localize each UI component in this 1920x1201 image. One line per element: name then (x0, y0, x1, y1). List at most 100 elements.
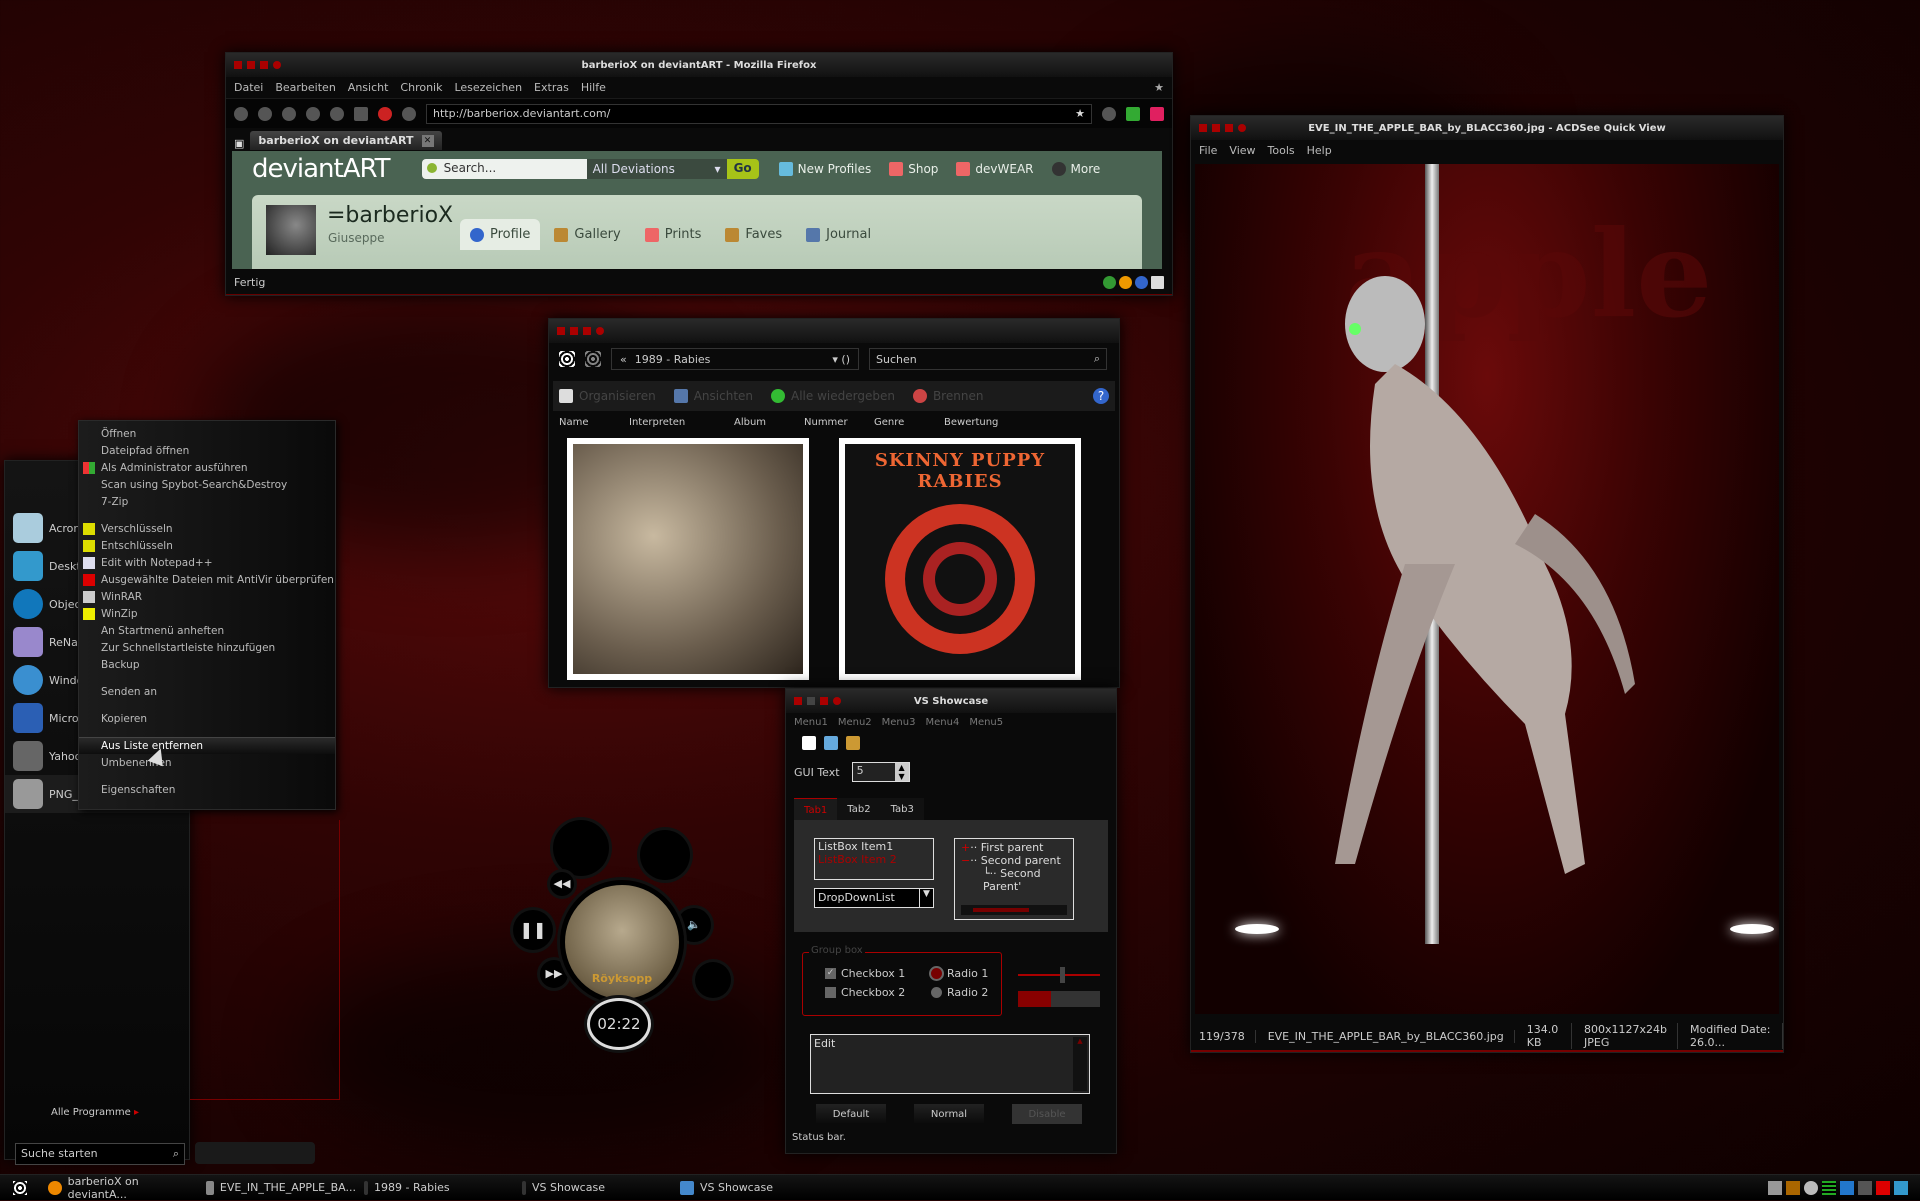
listbox-item[interactable]: ListBox Item1 (818, 840, 930, 853)
nav-more[interactable]: More (1051, 162, 1100, 176)
tab-gallery[interactable]: Gallery (544, 219, 630, 250)
go-button[interactable]: Go (726, 159, 759, 179)
view-grid-icon[interactable] (585, 351, 601, 367)
ctx-winzip[interactable]: WinZip (79, 605, 335, 622)
shade-button[interactable] (1238, 124, 1246, 132)
network-tray-icon[interactable] (1894, 1180, 1908, 1195)
refresh-icon[interactable]: ▾ () (832, 353, 850, 366)
menu-file[interactable]: File (1199, 144, 1217, 157)
maximize-button[interactable] (583, 327, 591, 335)
ctx-copy[interactable]: Kopieren (79, 710, 335, 727)
radio-1[interactable]: Radio 1 (931, 967, 988, 980)
maximize-button[interactable] (820, 697, 828, 705)
all-programs[interactable]: Alle Programme ▸ (51, 1107, 139, 1118)
normal-button[interactable]: Normal (914, 1104, 984, 1124)
bookmark-star-icon[interactable]: ★ (1154, 81, 1164, 94)
chevron-down-icon[interactable]: ▼ (919, 889, 933, 907)
bluetooth-tray-icon[interactable] (1840, 1180, 1854, 1195)
nav-shop[interactable]: Shop (889, 162, 938, 176)
cmd-organize[interactable]: Organisieren (559, 389, 656, 403)
spybot-icon[interactable] (1135, 276, 1148, 289)
da-search-input[interactable]: Search... (421, 159, 587, 179)
new-tab-icon[interactable]: ▣ (234, 137, 244, 150)
menu-datei[interactable]: Datei (234, 81, 263, 94)
ctx-open-path[interactable]: Dateipfad öffnen (79, 442, 335, 459)
ctx-remove-from-list[interactable]: Aus Liste entfernen (79, 737, 335, 754)
pngshot-tray-icon[interactable] (1768, 1180, 1782, 1195)
minimize-button[interactable] (247, 61, 255, 69)
dropdown-list[interactable]: DropDownList ▼ (814, 888, 934, 908)
scroll-thumb[interactable] (973, 908, 1029, 912)
tree-node[interactable]: └·· Second Parent' (961, 867, 1067, 893)
media-tray-icon[interactable] (1786, 1180, 1800, 1195)
col-artist[interactable]: Interpreten (629, 417, 734, 428)
back-icon[interactable] (234, 106, 248, 121)
menu-tools[interactable]: Tools (1268, 144, 1295, 157)
slider[interactable] (1018, 967, 1100, 983)
menu-view[interactable]: View (1229, 144, 1255, 157)
library-icon[interactable] (559, 351, 575, 367)
username[interactable]: =barberioX (327, 203, 453, 228)
textarea-scrollbar[interactable]: ▲ (1073, 1037, 1087, 1091)
tree-node[interactable]: −·· Second parent (961, 854, 1067, 867)
col-rating[interactable]: Bewertung (944, 417, 1014, 428)
window-controls[interactable] (786, 697, 841, 705)
addon-icon[interactable] (1102, 106, 1116, 121)
taskbar-item-media[interactable]: 1989 - Rabies (356, 1180, 514, 1195)
media-search-input[interactable]: Suchen ⌕ (869, 348, 1107, 370)
pause-button[interactable]: ❚❚ (513, 910, 553, 950)
paste-icon[interactable] (846, 736, 860, 750)
cmd-burn[interactable]: Brennen (912, 389, 983, 403)
ctx-winrar[interactable]: WinRAR (79, 588, 335, 605)
album-thumbnail[interactable]: SKINNY PUPPY RABIES (839, 438, 1081, 680)
adblock-icon[interactable] (1103, 276, 1116, 289)
browser-tab[interactable]: barberioX on deviantART ✕ (250, 131, 442, 150)
taskbar-item-vs1[interactable]: VS Showcase (514, 1180, 672, 1195)
alien-tray-icon[interactable] (1804, 1180, 1818, 1195)
shade-button[interactable] (833, 697, 841, 705)
taskbar-item-firefox[interactable]: barberioX on deviantA... (40, 1175, 198, 1201)
tab-2[interactable]: Tab2 (837, 798, 881, 820)
star-icon[interactable]: ★ (1075, 107, 1085, 120)
window-controls[interactable] (1191, 124, 1246, 132)
reload-icon[interactable] (282, 106, 296, 121)
minimize-button[interactable] (807, 697, 815, 705)
menu-chronik[interactable]: Chronik (400, 81, 442, 94)
media-titlebar[interactable] (549, 319, 1119, 343)
home-icon[interactable] (330, 106, 344, 121)
firebug-icon[interactable] (1119, 276, 1132, 289)
default-button[interactable]: Default (816, 1104, 886, 1124)
search-icon[interactable]: ⌕ (1094, 352, 1100, 366)
minimize-button[interactable] (1212, 124, 1220, 132)
breadcrumb-back-icon[interactable]: « (620, 353, 627, 366)
da-scope-select[interactable]: All Deviations ▾ (586, 159, 727, 179)
ctx-antivir[interactable]: Ausgewählte Dateien mit AntiVir überprüf… (79, 571, 335, 588)
acdsee-titlebar[interactable]: EVE_IN_THE_APPLE_BAR_by_BLACC360.jpg - A… (1191, 116, 1783, 140)
close-button[interactable] (557, 327, 565, 335)
ctx-open[interactable]: Öffnen (79, 425, 335, 442)
slider-thumb[interactable] (1060, 967, 1066, 983)
collapse-icon[interactable]: − (961, 854, 970, 867)
start-search-input[interactable]: Suche starten ⌕ (15, 1143, 185, 1165)
col-number[interactable]: Nummer (804, 417, 874, 428)
tab-1[interactable]: Tab1 (794, 798, 838, 820)
cmd-views[interactable]: Ansichten (673, 389, 753, 403)
col-genre[interactable]: Genre (874, 417, 944, 428)
menu-extras[interactable]: Extras (534, 81, 569, 94)
menu-3[interactable]: Menu3 (882, 717, 916, 728)
maximize-button[interactable] (260, 61, 268, 69)
window-controls[interactable] (549, 327, 604, 335)
ctx-backup[interactable]: Backup (79, 656, 335, 673)
new-file-icon[interactable] (802, 736, 816, 750)
checkbox-checked-icon[interactable]: ✓ (825, 968, 836, 979)
close-button[interactable] (1199, 124, 1207, 132)
stumble-icon[interactable] (1150, 106, 1164, 121)
help-icon[interactable]: ? (1093, 388, 1109, 404)
expand-icon[interactable]: + (961, 841, 970, 854)
menu-bearbeiten[interactable]: Bearbeiten (275, 81, 335, 94)
spybot-icon[interactable] (378, 106, 392, 121)
close-button[interactable] (794, 697, 802, 705)
ctx-rename[interactable]: Umbenennen (79, 754, 335, 771)
checkbox-2[interactable]: Checkbox 2 (825, 986, 905, 999)
menu-hilfe[interactable]: Hilfe (581, 81, 606, 94)
